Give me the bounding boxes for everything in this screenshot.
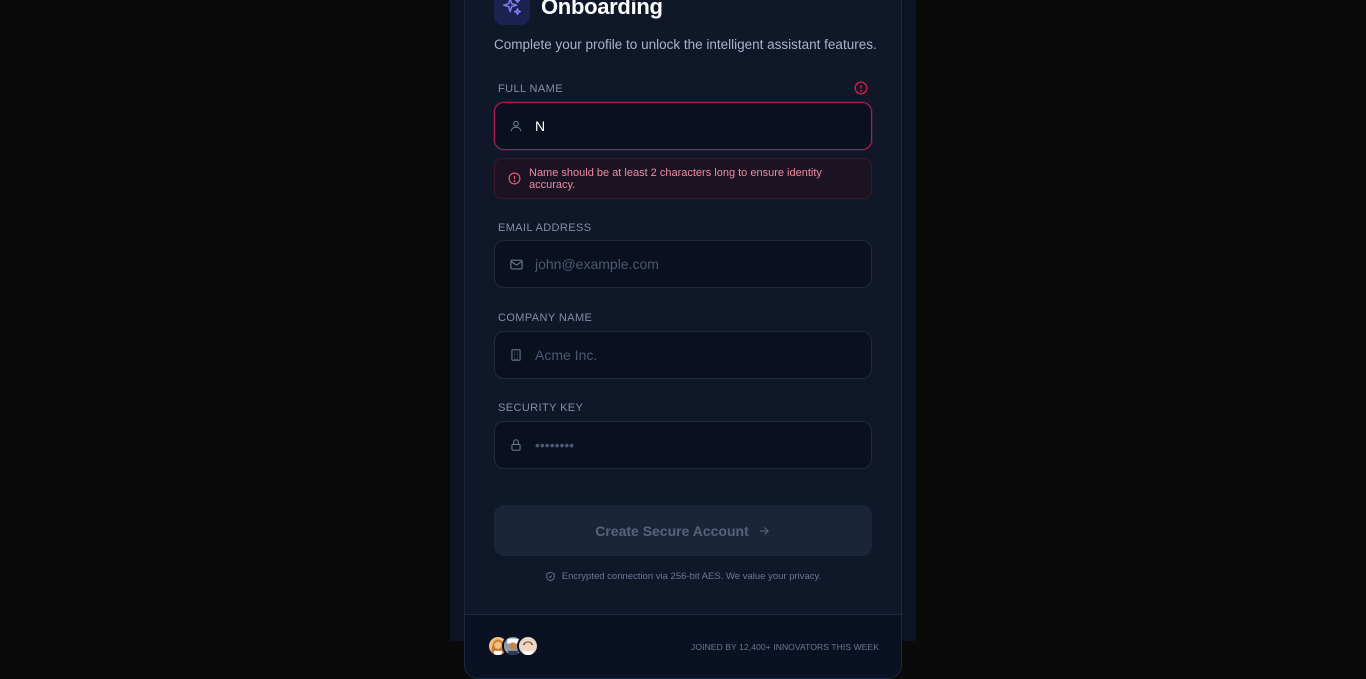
building-icon [508, 347, 524, 363]
sparkles-icon [494, 0, 530, 25]
alert-circle-icon [508, 172, 521, 185]
error-message: Name should be at least 2 characters lon… [529, 166, 822, 191]
company-input[interactable] [535, 347, 871, 363]
security-note: Encrypted connection via 256-bit AES. We… [465, 571, 901, 582]
full-name-input[interactable] [535, 118, 871, 134]
company-field[interactable] [494, 331, 872, 379]
create-account-button[interactable]: Create Secure Account [494, 505, 872, 556]
joined-count-text: JOINED BY 12,400+ INNOVATORS THIS WEEK [691, 642, 879, 652]
security-note-text: Encrypted connection via 256-bit AES. We… [561, 571, 822, 582]
create-account-label: Create Secure Account [595, 522, 749, 539]
onboarding-card: Onboarding Complete your profile to unlo… [464, 0, 902, 679]
alert-circle-icon [854, 81, 868, 100]
card-footer: JOINED BY 12,400+ INNOVATORS THIS WEEK [465, 614, 901, 678]
company-label: COMPANY NAME [498, 312, 593, 324]
mail-icon [508, 256, 524, 272]
page-title: Onboarding [541, 0, 663, 19]
user-icon [508, 118, 524, 134]
security-key-field[interactable] [494, 421, 872, 469]
full-name-label: FULL NAME [498, 83, 563, 95]
email-field[interactable] [494, 240, 872, 288]
arrow-right-icon [757, 524, 771, 538]
full-name-field[interactable] [494, 102, 872, 150]
page-subtitle: Complete your profile to unlock the inte… [494, 37, 877, 52]
avatar [517, 635, 539, 657]
email-input[interactable] [535, 256, 871, 272]
card-header: Onboarding [494, 0, 663, 25]
shield-icon [545, 571, 556, 582]
avatar-group [487, 635, 539, 657]
lock-icon [508, 437, 524, 453]
security-key-input[interactable] [535, 437, 871, 453]
email-label: EMAIL ADDRESS [498, 222, 592, 234]
security-key-label: SECURITY KEY [498, 402, 584, 414]
full-name-error: Name should be at least 2 characters lon… [494, 158, 872, 199]
